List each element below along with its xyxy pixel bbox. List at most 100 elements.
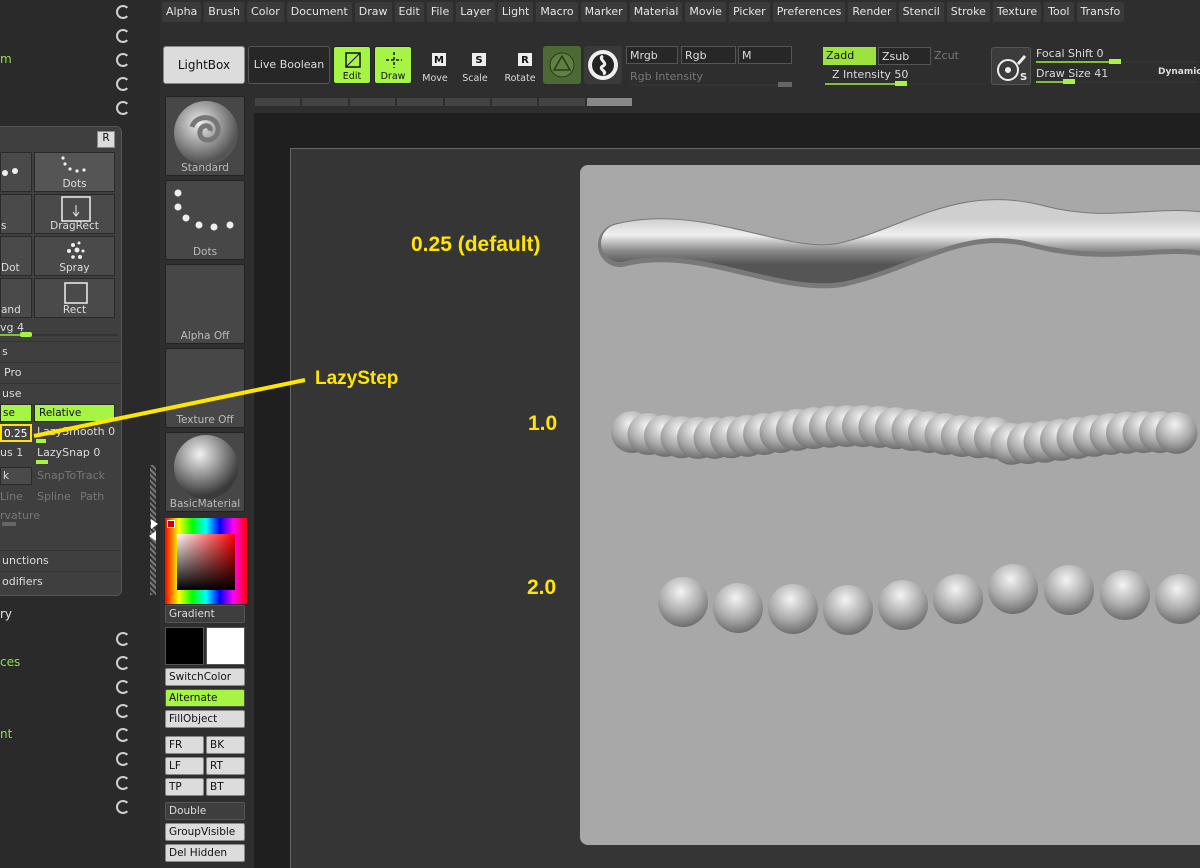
lazymouse-toggle[interactable]: se	[0, 404, 32, 422]
spline-button[interactable]: Spline	[37, 490, 71, 503]
avg-slider-track[interactable]	[0, 332, 118, 337]
menu-label[interactable]: m	[0, 52, 12, 66]
right-view-button[interactable]: RT	[206, 757, 245, 775]
edit-button[interactable]: Edit	[333, 46, 371, 84]
track-toggle[interactable]: k	[0, 467, 32, 485]
menu-label[interactable]: ces	[0, 655, 20, 669]
slider-track[interactable]	[1036, 59, 1196, 64]
bottom-view-button[interactable]: BT	[206, 778, 245, 796]
sculptris-pro-button[interactable]: S	[991, 47, 1031, 85]
expand-arrow-icon[interactable]	[151, 519, 158, 529]
menu-macro[interactable]: Macro	[536, 2, 578, 22]
timeline-segment[interactable]	[397, 98, 443, 106]
menu-light[interactable]: Light	[497, 2, 534, 22]
menu-color[interactable]: Color	[247, 2, 284, 22]
focal-shift-slider[interactable]: Focal Shift 0	[1036, 47, 1104, 60]
menu-render[interactable]: Render	[848, 2, 896, 22]
collapse-arrow-icon[interactable]	[149, 531, 156, 541]
menu-edit[interactable]: Edit	[394, 2, 424, 22]
menu-brush[interactable]: Brush	[204, 2, 245, 22]
reset-button[interactable]: R	[97, 131, 115, 148]
slider-thumb[interactable]	[2, 522, 16, 526]
stroke-tile-dragrect[interactable]: DragRect	[34, 194, 115, 234]
undock-icon[interactable]	[116, 800, 130, 814]
timeline-segment[interactable]	[255, 98, 301, 106]
zcut-button[interactable]: Zcut	[934, 49, 959, 62]
mrgb-button[interactable]: Mrgb	[626, 46, 678, 64]
alpha-selector[interactable]: Alpha Off	[165, 264, 245, 344]
menu-document[interactable]: Document	[286, 2, 352, 22]
alternate-button[interactable]: Alternate	[165, 689, 245, 707]
rotate-button[interactable]: R Rotate	[502, 50, 538, 84]
sculpt-plane[interactable]	[580, 165, 1200, 845]
stroke-tile-spray[interactable]: Spray	[34, 236, 115, 276]
undock-icon[interactable]	[116, 656, 130, 670]
draw-button[interactable]: Draw	[374, 46, 412, 84]
m-button[interactable]: M	[738, 46, 792, 64]
dynamic-toggle[interactable]: Dynamic	[1158, 67, 1200, 77]
rgb-intensity-slider[interactable]: Rgb Intensity	[630, 70, 703, 83]
fill-object-button[interactable]: FillObject	[165, 710, 245, 728]
slider-thumb[interactable]	[36, 460, 48, 464]
stroke-tile[interactable]	[0, 152, 32, 192]
menu-movie[interactable]: Movie	[685, 2, 726, 22]
stroke-tile-freehand[interactable]: and	[0, 278, 32, 318]
polyframe-button[interactable]	[543, 46, 581, 84]
sv-square[interactable]	[177, 534, 235, 590]
solo-button[interactable]	[584, 46, 622, 84]
slider-track[interactable]	[630, 82, 792, 87]
timeline-segment[interactable]	[302, 98, 348, 106]
timeline-segment[interactable]	[539, 98, 585, 106]
menu-transfo[interactable]: Transfo	[1076, 2, 1125, 22]
timeline-segment[interactable]	[349, 98, 396, 106]
timeline-segment[interactable]	[491, 98, 538, 106]
curvature-slider[interactable]: rvature	[0, 509, 40, 522]
undock-icon[interactable]	[116, 776, 130, 790]
stroke-tile-dot[interactable]: Dot	[0, 236, 32, 276]
lightbox-button[interactable]: LightBox	[163, 46, 245, 84]
menu-alpha[interactable]: Alpha	[162, 2, 202, 22]
stroke-selector[interactable]: Dots	[165, 180, 245, 260]
del-hidden-button[interactable]: Del Hidden	[165, 844, 245, 862]
undock-icon[interactable]	[116, 101, 130, 115]
menu-file[interactable]: File	[426, 2, 454, 22]
left-view-button[interactable]: LF	[165, 757, 204, 775]
line-button[interactable]: Line	[0, 490, 23, 503]
menu-stroke[interactable]: Stroke	[946, 2, 990, 22]
scale-button[interactable]: S Scale	[458, 50, 492, 84]
menu-label[interactable]: ry	[0, 607, 12, 621]
undock-icon[interactable]	[116, 752, 130, 766]
brush-selector[interactable]: Standard	[165, 96, 245, 176]
menu-label[interactable]: nt	[0, 727, 12, 741]
stroke-tile[interactable]: s	[0, 194, 32, 234]
stroke-tile-rect[interactable]: Rect	[34, 278, 115, 318]
stroke-tile-dots[interactable]: Dots	[34, 152, 115, 192]
rgb-button[interactable]: Rgb	[681, 46, 736, 64]
sub-palette-header[interactable]: odifiers	[0, 571, 121, 591]
group-visible-button[interactable]: GroupVisible	[165, 823, 245, 841]
undock-icon[interactable]	[116, 29, 130, 43]
menu-layer[interactable]: Layer	[456, 2, 495, 22]
sub-palette-header[interactable]: unctions	[0, 550, 121, 570]
menu-picker[interactable]: Picker	[728, 2, 770, 22]
undock-icon[interactable]	[116, 632, 130, 646]
lazystep-slider[interactable]: 0.25	[0, 424, 32, 442]
undock-icon[interactable]	[116, 680, 130, 694]
z-intensity-slider[interactable]: Z Intensity 50	[832, 68, 908, 81]
menu-stencil[interactable]: Stencil	[898, 2, 944, 22]
snaptotrack-button[interactable]: SnapToTrack	[37, 469, 105, 482]
undock-icon[interactable]	[116, 704, 130, 718]
menu-tool[interactable]: Tool	[1044, 2, 1074, 22]
timeline-segment[interactable]	[444, 98, 490, 106]
undock-icon[interactable]	[116, 77, 130, 91]
move-button[interactable]: M Move	[418, 50, 452, 84]
undock-icon[interactable]	[116, 5, 130, 19]
timeline-strip[interactable]	[255, 98, 632, 106]
color-picker[interactable]	[165, 518, 247, 604]
menu-material[interactable]: Material	[629, 2, 683, 22]
menu-draw[interactable]: Draw	[354, 2, 392, 22]
switch-color-button[interactable]: SwitchColor	[165, 668, 245, 686]
back-view-button[interactable]: BK	[206, 736, 245, 754]
top-view-button[interactable]: TP	[165, 778, 204, 796]
main-color-swatch[interactable]	[165, 627, 204, 665]
